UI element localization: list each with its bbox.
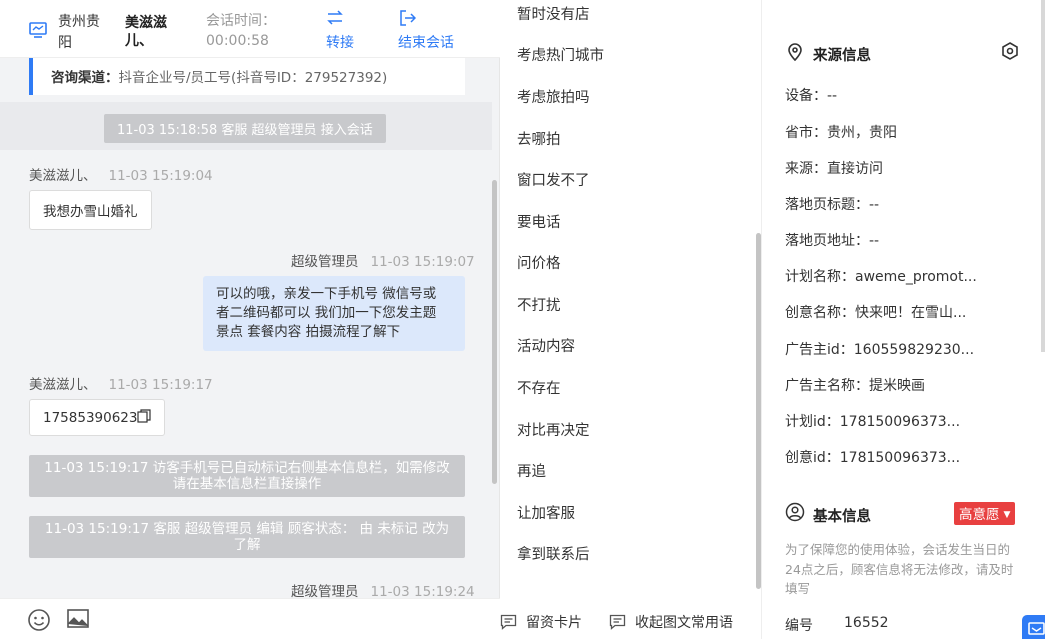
quick-reply-item[interactable]: 考虑热门城市 bbox=[517, 44, 604, 65]
quick-reply-item[interactable]: 问价格 bbox=[517, 252, 561, 273]
sender-name: 美滋滋儿、 bbox=[29, 168, 97, 184]
info-landing-url: 落地页地址：-- bbox=[785, 233, 880, 249]
quick-reply-item[interactable]: 让加客服 bbox=[517, 502, 575, 523]
info-advertiser-id: 广告主id：160559829230... bbox=[785, 342, 975, 358]
system-notice-line: 11-03 15:19:17 客服 超级管理员 编辑 顾客状态： 由 未标记 改… bbox=[44, 521, 450, 537]
transfer-button[interactable]: 转接 bbox=[326, 9, 354, 52]
info-plan-name: 计划名称：aweme_promot... bbox=[785, 269, 977, 285]
session-time-label: 会话时间： bbox=[206, 13, 276, 29]
quick-reply-item[interactable]: 暂时没有店 bbox=[517, 3, 590, 24]
lead-card-label: 留资卡片 bbox=[526, 615, 582, 631]
info-landing-title: 落地页标题：-- bbox=[785, 197, 880, 213]
message-sender: 美滋滋儿、 11-03 15:19:04 bbox=[29, 164, 213, 184]
info-source: 来源：直接访问 bbox=[785, 161, 883, 177]
message-line: 景点 套餐内容 拍摄流程了解下 bbox=[216, 324, 401, 340]
info-creative-id: 创意id：178150096373... bbox=[785, 450, 961, 466]
sender-name: 超级管理员 bbox=[291, 584, 359, 598]
system-notice: 11-03 15:19:17 客服 超级管理员 编辑 顾客状态： 由 未标记 改… bbox=[29, 516, 465, 558]
edit-deadline-note: 为了保障您的使用体验，会话发生当日的24点之后，顾客信息将无法修改，请及时填写 bbox=[785, 542, 1014, 596]
image-icon[interactable] bbox=[66, 607, 90, 631]
message-list[interactable]: 咨询渠道：抖音企业号/员工号(抖音号ID：279527392) 11-03 15… bbox=[0, 58, 492, 598]
consult-channel: 咨询渠道：抖音企业号/员工号(抖音号ID：279527392) bbox=[29, 58, 465, 95]
message-time: 11-03 15:19:24 bbox=[370, 584, 475, 598]
card-icon bbox=[500, 614, 517, 630]
id-label: 编号 bbox=[785, 618, 813, 634]
join-notice-band: 11-03 15:18:58 客服 超级管理员 接入会话 bbox=[0, 102, 492, 150]
intent-level-value: 高意愿 bbox=[959, 507, 1000, 523]
user-icon bbox=[785, 502, 805, 522]
sender-name: 超级管理员 bbox=[291, 254, 359, 270]
message-time: 11-03 15:19:04 bbox=[108, 168, 213, 184]
end-session-button[interactable]: 结束会话 bbox=[398, 9, 454, 52]
intent-level-select[interactable]: 高意愿 ▼ bbox=[954, 502, 1016, 525]
system-notice: 11-03 15:19:17 访客手机号已自动标记右侧基本信息栏，如需修改 请在… bbox=[29, 455, 465, 497]
quick-reply-item[interactable]: 去哪拍 bbox=[517, 128, 561, 149]
quick-reply-item[interactable]: 要电话 bbox=[517, 211, 561, 232]
visitor-info-panel: 来源信息 设备：-- 省市：贵州，贵阳 来源：直接访问 落地页标题：-- 落地页… bbox=[763, 0, 1045, 639]
transfer-icon bbox=[327, 10, 343, 25]
floating-message-button[interactable] bbox=[1022, 615, 1045, 639]
transfer-label: 转接 bbox=[326, 35, 354, 51]
quick-reply-item[interactable]: 对比再决定 bbox=[517, 419, 590, 440]
info-scrollbar[interactable] bbox=[1041, 0, 1045, 352]
quick-reply-item[interactable]: 拿到联系后 bbox=[517, 543, 590, 564]
message-sender: 超级管理员 11-03 15:19:07 bbox=[291, 250, 475, 270]
visitor-name: 美滋滋儿、 bbox=[125, 15, 167, 49]
quick-reply-item[interactable]: 不打扰 bbox=[517, 294, 561, 315]
quick-reply-item[interactable]: 不存在 bbox=[517, 377, 561, 398]
source-info-title: 来源信息 bbox=[813, 48, 871, 64]
info-device: 设备：-- bbox=[785, 88, 838, 104]
copy-icon[interactable] bbox=[137, 409, 152, 423]
basic-info-title: 基本信息 bbox=[813, 509, 871, 525]
system-notice-line: 11-03 15:19:17 访客手机号已自动标记右侧基本信息栏，如需修改 bbox=[44, 460, 450, 476]
message-sender: 超级管理员 11-03 15:19:24 bbox=[291, 580, 475, 598]
quick-reply-scrollbar[interactable] bbox=[756, 233, 761, 589]
monitor-icon bbox=[29, 22, 47, 38]
quick-reply-panel: 暂时没有店 考虑热门城市 考虑旅拍吗 去哪拍 窗口发不了 要电话 问价格 不打扰… bbox=[500, 0, 762, 639]
message-sender: 美滋滋儿、 11-03 15:19:17 bbox=[29, 373, 213, 393]
collapse-phrases-label: 收起图文常用语 bbox=[635, 615, 733, 631]
consult-channel-value: 抖音企业号/员工号(抖音号ID：279527392) bbox=[118, 70, 388, 86]
info-province-city: 省市：贵州，贵阳 bbox=[785, 125, 897, 141]
caret-down-icon: ▼ bbox=[1003, 510, 1011, 520]
phone-number: 17585390623 bbox=[43, 410, 138, 426]
message-time: 11-03 15:19:17 bbox=[108, 377, 213, 393]
collapse-phrases-button[interactable]: 收起图文常用语 bbox=[609, 612, 733, 632]
message-line: 可以的哦，亲发一下手机号 微信号或 bbox=[216, 286, 437, 302]
info-creative-name: 创意名称：快来吧！在雪山... bbox=[785, 305, 967, 321]
info-advertiser-name: 广告主名称：提米映画 bbox=[785, 378, 925, 394]
chat-header: 贵州贵阳 美滋滋儿、 会话时间： 00:00:58 转接 结束会话 bbox=[0, 0, 500, 58]
chat-scrollbar[interactable] bbox=[492, 180, 497, 484]
system-notice-line: 请在基本信息栏直接操作 bbox=[172, 476, 322, 492]
location-pin-icon bbox=[788, 43, 802, 62]
message-bubble-visitor: 我想办雪山婚礼 bbox=[29, 190, 152, 230]
quick-reply-item[interactable]: 考虑旅拍吗 bbox=[517, 86, 590, 107]
quick-reply-item[interactable]: 窗口发不了 bbox=[517, 169, 590, 190]
message-icon bbox=[609, 614, 626, 630]
visitor-region: 贵州贵阳 bbox=[58, 14, 100, 51]
lead-card-button[interactable]: 留资卡片 bbox=[500, 612, 582, 632]
chat-toolbar bbox=[0, 598, 500, 639]
exit-icon bbox=[400, 10, 416, 26]
settings-icon[interactable] bbox=[1000, 41, 1020, 61]
system-notice-line: 了解 bbox=[233, 537, 261, 553]
consult-channel-label: 咨询渠道： bbox=[51, 70, 119, 86]
chat-icon bbox=[1028, 622, 1045, 635]
id-value: 16552 bbox=[844, 615, 889, 631]
info-plan-id: 计划id：178150096373... bbox=[785, 414, 961, 430]
message-bubble-agent: 可以的哦，亲发一下手机号 微信号或 者二维码都可以 我们加一下您发主题 景点 套… bbox=[203, 276, 465, 351]
quick-reply-item[interactable]: 活动内容 bbox=[517, 335, 575, 356]
message-bubble-visitor: 17585390623 bbox=[29, 399, 166, 436]
quick-reply-item[interactable]: 再追 bbox=[517, 460, 546, 481]
sender-name: 美滋滋儿、 bbox=[29, 377, 97, 393]
chat-panel: 贵州贵阳 美滋滋儿、 会话时间： 00:00:58 转接 结束会话 咨询渠道：抖… bbox=[0, 0, 500, 639]
message-line: 者二维码都可以 我们加一下您发主题 bbox=[216, 305, 437, 321]
join-notice: 11-03 15:18:58 客服 超级管理员 接入会话 bbox=[104, 114, 386, 143]
end-session-label: 结束会话 bbox=[398, 35, 454, 51]
emoji-icon[interactable] bbox=[27, 608, 51, 632]
session-time-value: 00:00:58 bbox=[206, 33, 269, 49]
message-time: 11-03 15:19:07 bbox=[370, 254, 475, 270]
